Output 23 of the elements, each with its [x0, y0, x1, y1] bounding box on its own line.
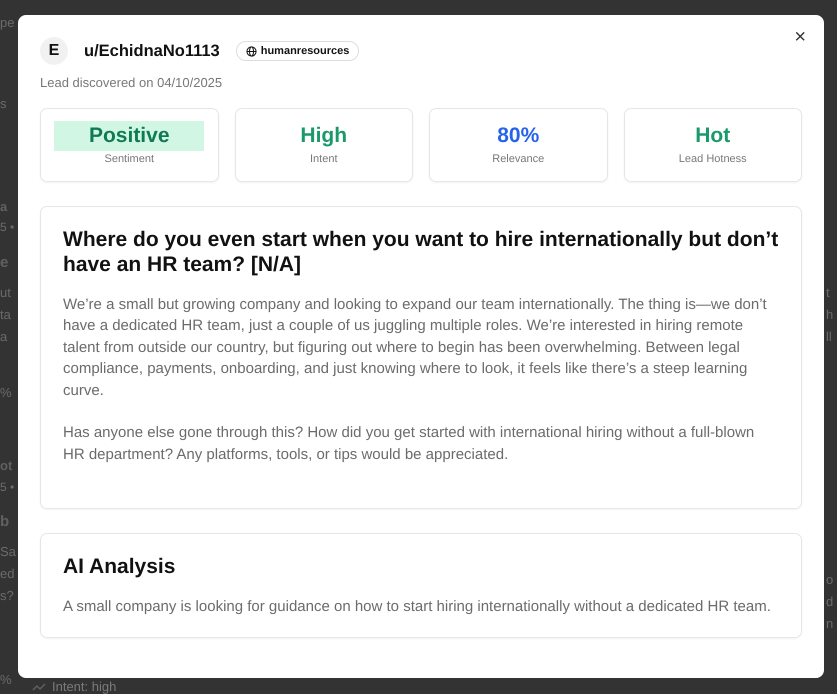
trend-icon — [32, 682, 46, 692]
background-text: % — [0, 671, 12, 689]
post-paragraph: We’re a small but growing company and looking to expand our team internationally. The thing is—we don’t have a dedicated HR team, just a couple of us juggling multiple roles. We’re interested in hiring remote talent from outside our country, but figuring out where to begin has been overwhelming. Between legal compliance, payments, onboarding, and just knowing where to look, it feels like there’s a steep learning curve. — [63, 294, 768, 401]
stat-value: High — [300, 123, 348, 150]
globe-icon — [246, 46, 257, 56]
intent-tag: Intent: high — [52, 679, 116, 694]
stat-value: 80% — [497, 123, 540, 150]
stat-value: Positive — [54, 121, 204, 152]
post-title: Where do you even start when you want to hire internationally but don’t have an HR team? [N/A] — [63, 226, 779, 276]
stat-value: Hot — [695, 123, 730, 150]
stat-label: Intent — [310, 152, 338, 168]
post-paragraph: Has anyone else gone through this? How did you get started with international hiring without a full-blown HR department? Any platforms, tools, or tips would be appreciated. — [63, 423, 756, 466]
background-text: % — [0, 384, 12, 402]
stat-label: Sentiment — [104, 152, 154, 168]
analysis-title: AI Analysis — [63, 554, 176, 578]
close-button[interactable]: × — [790, 25, 810, 49]
stat-label: Relevance — [492, 152, 544, 168]
stat-label: Lead Hotness — [678, 152, 747, 168]
username: u/EchidnaNo1113 — [84, 40, 220, 62]
analysis-text: A small company is looking for guidance on how to start hiring internationally without a dedicated HR team. — [63, 596, 772, 616]
community-badge: humanresources — [236, 40, 360, 62]
discovered-date: Lead discovered on 04/10/2025 — [40, 74, 224, 92]
avatar: E — [40, 37, 68, 65]
